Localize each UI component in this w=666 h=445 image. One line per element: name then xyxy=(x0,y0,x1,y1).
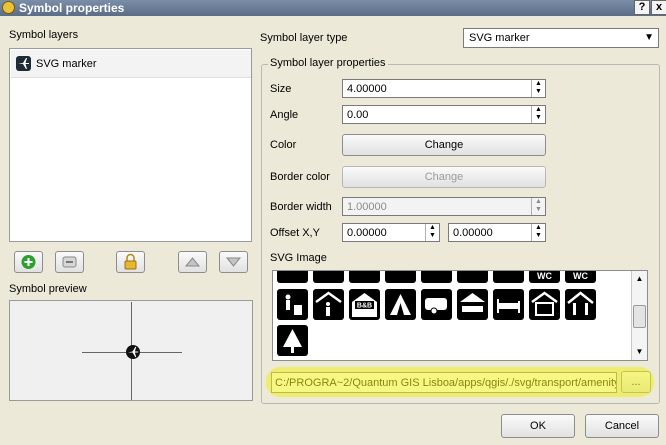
svg-image-list[interactable]: WC WC B&B ▲ ▼ xyxy=(272,270,648,361)
angle-spinbox[interactable]: 0.00 ▲ ▼ xyxy=(342,105,546,124)
minus-icon xyxy=(62,256,77,268)
svg-tile-motel-icon[interactable] xyxy=(529,289,560,320)
qgis-app-icon xyxy=(2,1,15,14)
size-label: Size xyxy=(270,83,292,95)
svg-tile-icon[interactable] xyxy=(421,271,452,283)
angle-label: Angle xyxy=(270,109,299,121)
move-up-button[interactable] xyxy=(178,251,207,273)
scroll-up-icon[interactable]: ▲ xyxy=(633,272,646,286)
arrow-up-icon xyxy=(184,257,201,267)
color-change-button[interactable]: Change xyxy=(342,134,546,156)
svg-image-label: SVG Image xyxy=(270,252,327,264)
svg-tile-recycle-icon[interactable] xyxy=(277,289,308,320)
layer-type-select[interactable]: SVG marker ▼ xyxy=(463,28,659,48)
svg-tile-hostel-icon[interactable] xyxy=(457,289,488,320)
spin-arrows-icon[interactable]: ▲ ▼ xyxy=(531,198,545,215)
svg-tile-alpine-hut-icon[interactable] xyxy=(565,289,596,320)
svg-tile-icon[interactable] xyxy=(349,271,380,283)
svg-tile-wc-icon[interactable]: WC xyxy=(529,271,560,283)
lock-layer-button[interactable] xyxy=(116,251,145,273)
ok-button[interactable]: OK xyxy=(501,414,575,438)
svg-list-scrollbar[interactable]: ▲ ▼ xyxy=(631,271,647,360)
bb-text: B&B xyxy=(357,303,372,310)
chevron-down-icon: ▼ xyxy=(644,32,654,43)
layer-type-label: Symbol layer type xyxy=(260,32,348,44)
offset-label: Offset X,Y xyxy=(270,227,320,239)
spin-arrows-icon[interactable]: ▲ ▼ xyxy=(425,224,439,241)
layer-type-value: SVG marker xyxy=(469,32,530,44)
window-title: Symbol properties xyxy=(19,1,125,15)
svg-tile-hotel-icon[interactable] xyxy=(493,289,524,320)
svg-tile-wc-icon[interactable]: WC xyxy=(565,271,596,283)
group-legend: Symbol layer properties xyxy=(268,57,388,69)
offset-y-spinbox[interactable]: 0.00000 ▲ ▼ xyxy=(448,223,546,242)
title-bar: Symbol properties ? x xyxy=(0,0,666,16)
border-width-label: Border width xyxy=(270,201,332,213)
svg-tile-icon[interactable] xyxy=(385,271,416,283)
symbol-layer-item[interactable]: SVG marker xyxy=(11,50,251,78)
scrollbar-thumb[interactable] xyxy=(633,305,646,328)
preview-airplane-icon xyxy=(126,345,140,359)
browse-button[interactable]: ... xyxy=(621,371,651,393)
svg-tile-bed-and-breakfast-icon[interactable]: B&B xyxy=(349,289,380,320)
scroll-down-icon[interactable]: ▼ xyxy=(633,345,646,359)
offset-x-spinbox[interactable]: 0.00000 ▲ ▼ xyxy=(342,223,440,242)
move-down-button[interactable] xyxy=(219,251,248,273)
symbol-preview-label: Symbol preview xyxy=(9,283,87,295)
spin-arrows-icon[interactable]: ▲ ▼ xyxy=(531,106,545,123)
spin-arrows-icon[interactable]: ▲ ▼ xyxy=(531,224,545,241)
symbol-preview xyxy=(9,300,253,401)
symbol-layers-label: Symbol layers xyxy=(9,29,79,41)
size-spinbox[interactable]: 4.00000 ▲ ▼ xyxy=(342,79,546,98)
symbol-layer-label: SVG marker xyxy=(36,58,97,70)
add-layer-button[interactable] xyxy=(14,251,43,273)
spin-arrows-icon[interactable]: ▲ ▼ xyxy=(531,80,545,97)
airplane-icon xyxy=(16,56,31,71)
svg-tile-shelter-icon[interactable] xyxy=(313,289,344,320)
svg-tile-caravan-icon[interactable] xyxy=(421,289,452,320)
svg-tile-circle-icon[interactable] xyxy=(277,271,308,283)
border-width-spinbox[interactable]: 1.00000 ▲ ▼ xyxy=(342,197,546,216)
border-color-label: Border color xyxy=(270,171,330,183)
color-label: Color xyxy=(270,139,297,151)
svg-tile-icon[interactable] xyxy=(457,271,488,283)
lock-icon xyxy=(124,253,137,270)
border-width-value: 1.00000 xyxy=(347,201,387,213)
angle-value: 0.00 xyxy=(347,109,369,121)
svg-tile-camping-icon[interactable] xyxy=(385,289,416,320)
svg-tile-icon[interactable] xyxy=(313,271,344,283)
cancel-button[interactable]: Cancel xyxy=(585,414,659,438)
symbol-layers-list[interactable]: SVG marker xyxy=(9,48,252,242)
border-color-change-button[interactable]: Change xyxy=(342,166,546,188)
svg-path-input[interactable]: C:/PROGRA~2/Quantum GIS Lisboa/apps/qgis… xyxy=(271,372,617,393)
svg-tile-tree-icon[interactable] xyxy=(277,325,308,356)
svg-path-value: C:/PROGRA~2/Quantum GIS Lisboa/apps/qgis… xyxy=(275,377,617,389)
close-button[interactable]: x xyxy=(651,0,666,15)
remove-layer-button[interactable] xyxy=(55,251,84,273)
offset-y-value: 0.00000 xyxy=(453,227,493,239)
help-button[interactable]: ? xyxy=(634,0,650,15)
size-value: 4.00000 xyxy=(347,83,387,95)
svg-tile-wheelchair-icon[interactable] xyxy=(493,271,524,283)
plus-icon xyxy=(21,255,36,269)
arrow-down-icon xyxy=(225,257,242,267)
offset-x-value: 0.00000 xyxy=(347,227,387,239)
